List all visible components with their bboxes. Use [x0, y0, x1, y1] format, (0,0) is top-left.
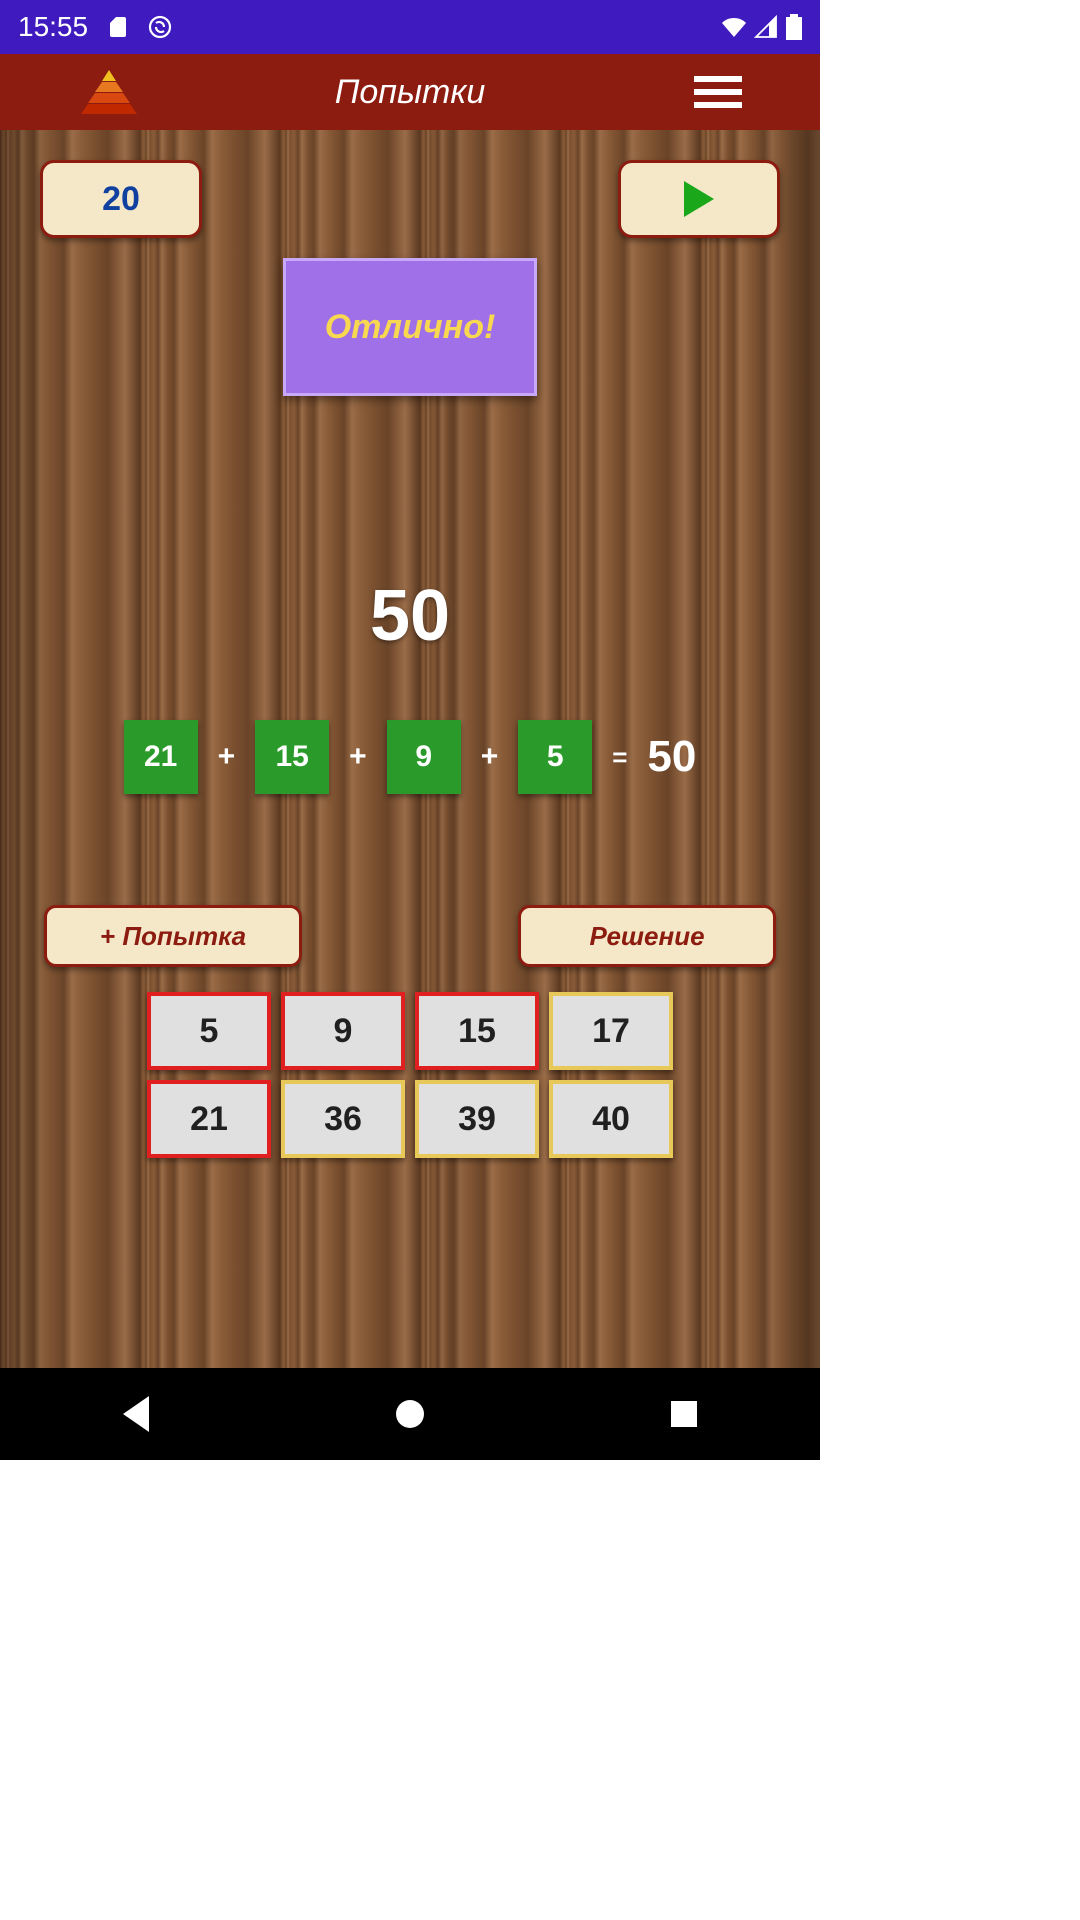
nav-home-button[interactable]	[396, 1400, 424, 1428]
number-tile[interactable]: 36	[281, 1080, 405, 1158]
pyramid-logo-icon	[80, 70, 138, 114]
equation-tile: 15	[255, 720, 329, 794]
sync-off-icon	[148, 15, 172, 39]
battery-icon	[786, 14, 802, 40]
result-message: Отлично!	[283, 258, 537, 396]
number-tile[interactable]: 15	[415, 992, 539, 1070]
number-tile[interactable]: 9	[281, 992, 405, 1070]
system-nav-bar	[0, 1368, 820, 1460]
equation-tile: 21	[124, 720, 198, 794]
equation-tile: 9	[387, 720, 461, 794]
wifi-icon	[722, 15, 746, 39]
score-display: 20	[40, 160, 202, 238]
nav-recent-button[interactable]	[671, 1401, 697, 1427]
home-icon	[396, 1400, 424, 1428]
app-bar: Попытки	[0, 54, 820, 130]
plus-icon: +	[481, 740, 499, 774]
target-number: 50	[0, 575, 820, 657]
next-button[interactable]	[618, 160, 780, 238]
cell-signal-icon	[754, 15, 778, 39]
number-tile[interactable]: 17	[549, 992, 673, 1070]
play-area: 20 Отлично! 50 21 + 15 + 9 + 5 = 50 + По…	[0, 130, 820, 1368]
equation-tile: 5	[518, 720, 592, 794]
plus-icon: +	[218, 740, 236, 774]
action-row: + Попытка Решение	[0, 905, 820, 967]
number-tile[interactable]: 40	[549, 1080, 673, 1158]
number-tile[interactable]: 39	[415, 1080, 539, 1158]
plus-icon: +	[349, 740, 367, 774]
number-tile[interactable]: 21	[147, 1080, 271, 1158]
number-tile[interactable]: 5	[147, 992, 271, 1070]
play-icon	[684, 181, 714, 217]
recent-icon	[671, 1401, 697, 1427]
equation-sum: 50	[647, 732, 696, 782]
status-time: 15:55	[18, 11, 88, 43]
nav-back-button[interactable]	[123, 1396, 149, 1432]
number-grid: 591517 21363940	[147, 992, 673, 1158]
equation-row: 21 + 15 + 9 + 5 = 50	[0, 720, 820, 794]
add-attempt-button[interactable]: + Попытка	[44, 905, 302, 967]
back-icon	[123, 1396, 149, 1432]
solution-button[interactable]: Решение	[518, 905, 776, 967]
menu-icon[interactable]	[694, 76, 742, 108]
sd-card-icon	[106, 15, 130, 39]
status-bar: 15:55	[0, 0, 820, 54]
equals-icon: =	[612, 742, 627, 773]
